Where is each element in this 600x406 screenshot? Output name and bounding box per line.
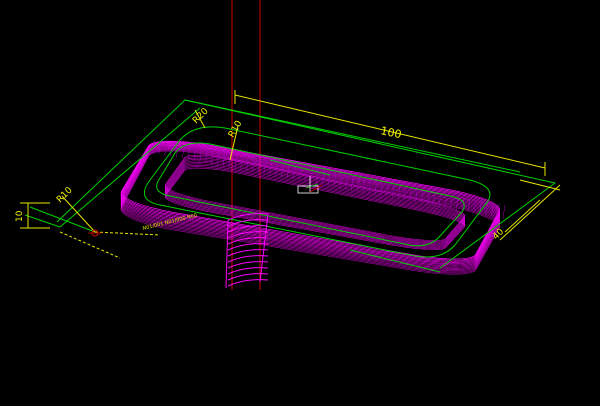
- contour-guides: [24, 99, 557, 273]
- dim-line-right: [499, 184, 561, 241]
- link-band-edge: [225, 219, 229, 289]
- start-point-icon: [88, 229, 102, 237]
- cad-scene: 100 10 R10 R20 R10 40 N01/001 N01/000 N0…: [15, 0, 561, 290]
- link-band-line: [227, 279, 269, 287]
- dim-label-r10-inner: R10: [227, 119, 245, 140]
- wall-hatch-line: [502, 204, 506, 219]
- link-band-line: [227, 249, 269, 257]
- dim-label-depth: 10: [15, 210, 25, 222]
- link-band-edge: [259, 213, 269, 283]
- dim-label-r10-left: R10: [55, 185, 75, 205]
- dim-label-r20: R20: [191, 106, 211, 126]
- dim-label-length: 100: [379, 124, 402, 141]
- link-band-line: [227, 273, 269, 281]
- cad-viewport[interactable]: 100 10 R10 R20 R10 40 N01/001 N01/000 N0…: [0, 0, 600, 406]
